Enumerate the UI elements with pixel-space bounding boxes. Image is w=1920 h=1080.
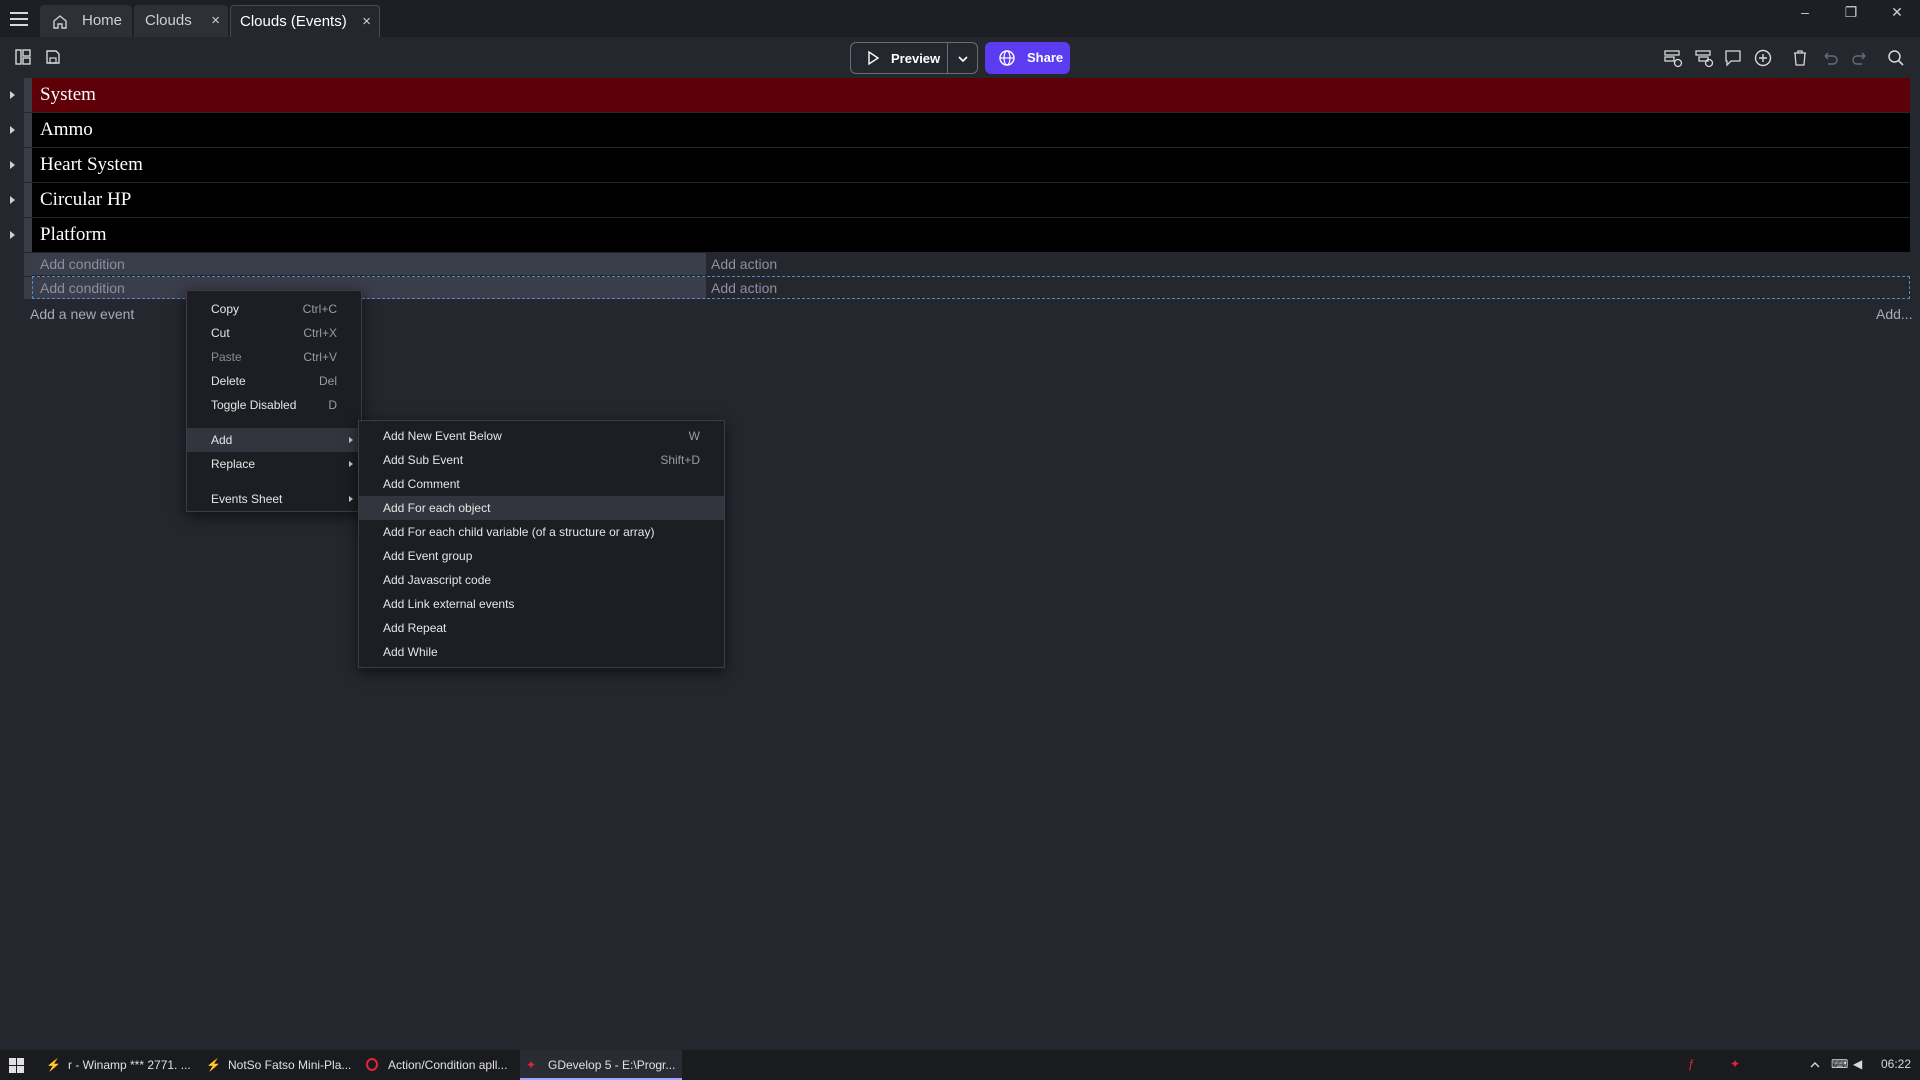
menu-item-add-comment[interactable]: Add Comment <box>359 472 724 496</box>
add-submenu: Add New Event Below W Add Sub Event Shift+… <box>358 420 725 668</box>
menu-item-add-event-group[interactable]: Add Event group <box>359 544 724 568</box>
gamepad-icon[interactable]: ⌨ <box>1831 1057 1848 1071</box>
clock[interactable]: 06:22 <box>1881 1057 1911 1071</box>
title-bar: Home Clouds × Clouds (Events) × – ❐ ✕ <box>0 0 1920 37</box>
tab-label: Clouds <box>145 12 192 29</box>
expand-arrow-icon[interactable] <box>10 196 15 204</box>
event-handle[interactable] <box>24 253 32 276</box>
menu-item-events-sheet[interactable]: Events Sheet <box>187 487 361 511</box>
event-group-heart-system[interactable]: Heart System <box>32 148 1910 182</box>
chevron-up-icon[interactable] <box>1809 1060 1821 1070</box>
taskbar-item-opera[interactable]: Action/Condition apll... <box>360 1050 516 1080</box>
tab-label: Clouds (Events) <box>240 13 347 30</box>
taskbar-item-winamp[interactable]: ⚡ r - Winamp *** 2771. ... <box>40 1050 196 1080</box>
minimize-button[interactable]: – <box>1790 2 1820 22</box>
globe-icon <box>999 50 1015 66</box>
preview-button[interactable]: Preview <box>850 42 978 74</box>
event-handle[interactable] <box>24 277 32 299</box>
event-group-platform[interactable]: Platform <box>32 218 1910 252</box>
close-tab-icon[interactable]: × <box>362 6 371 38</box>
close-window-button[interactable]: ✕ <box>1882 2 1912 22</box>
menu-item-add-sub-event[interactable]: Add Sub Event Shift+D <box>359 448 724 472</box>
winamp-icon: ⚡ <box>46 1058 61 1072</box>
undo-icon[interactable] <box>1820 48 1840 68</box>
menu-item-add-for-each-object[interactable]: Add For each object <box>359 496 724 520</box>
redo-icon[interactable] <box>1850 48 1870 68</box>
expand-arrow-icon[interactable] <box>10 231 15 239</box>
menu-item-add-for-each-child-variable[interactable]: Add For each child variable (of a struct… <box>359 520 724 544</box>
menu-item-add-javascript-code[interactable]: Add Javascript code <box>359 568 724 592</box>
menu-item-paste[interactable]: Paste Ctrl+V <box>187 345 361 369</box>
event-handle[interactable] <box>24 218 32 252</box>
close-tab-icon[interactable]: × <box>211 5 220 37</box>
play-icon <box>868 50 880 66</box>
add-sub-event-icon[interactable] <box>1694 48 1714 68</box>
volume-icon[interactable]: ◀ <box>1853 1057 1862 1071</box>
taskbar: ⚡ r - Winamp *** 2771. ... ⚡ NotSo Fatso… <box>0 1050 1920 1080</box>
add-comment-icon[interactable] <box>1723 48 1743 68</box>
event-group-system[interactable]: System <box>32 78 1910 112</box>
submenu-arrow-icon <box>349 437 353 443</box>
add-condition-button[interactable]: Add condition <box>32 253 706 275</box>
event-handle[interactable] <box>24 113 32 147</box>
taskbar-item-gdevelop[interactable]: ✦ GDevelop 5 - E:\Progr... <box>520 1050 682 1080</box>
event-handle[interactable] <box>24 148 32 182</box>
menu-item-cut[interactable]: Cut Ctrl+X <box>187 321 361 345</box>
event-group-title: Circular HP <box>40 189 132 210</box>
winamp-icon: ⚡ <box>206 1058 221 1072</box>
menu-item-add-new-event-below[interactable]: Add New Event Below W <box>359 424 724 448</box>
menu-item-replace[interactable]: Replace <box>187 452 361 476</box>
context-menu: Copy Ctrl+C Cut Ctrl+X Paste Ctrl+V Delete D… <box>186 290 362 512</box>
share-label: Share <box>1027 50 1064 65</box>
tab-clouds[interactable]: Clouds × <box>134 5 228 37</box>
share-button[interactable]: Share <box>985 42 1070 74</box>
event-group-title: System <box>40 84 96 105</box>
menu-icon[interactable] <box>10 12 28 26</box>
home-icon <box>53 15 67 29</box>
expand-arrow-icon[interactable] <box>10 126 15 134</box>
windows-start-icon[interactable] <box>9 1058 24 1073</box>
add-more-button[interactable]: Add... <box>1876 306 1913 322</box>
menu-item-add[interactable]: Add <box>187 428 361 452</box>
tray-gdevelop-icon[interactable]: ✦ <box>1730 1057 1740 1071</box>
expand-arrow-icon[interactable] <box>10 161 15 169</box>
event-group-title: Ammo <box>40 119 93 140</box>
tab-home[interactable]: Home <box>40 5 132 37</box>
add-circle-icon[interactable] <box>1753 48 1773 68</box>
opera-icon <box>366 1058 378 1071</box>
tray-flash-icon[interactable]: ƒ <box>1688 1057 1695 1071</box>
tab-label: Home <box>82 12 123 29</box>
preview-label: Preview <box>891 51 941 66</box>
event-group-title: Heart System <box>40 154 143 175</box>
event-group-circular-hp[interactable]: Circular HP <box>32 183 1910 217</box>
add-event-icon[interactable] <box>1663 48 1683 68</box>
event-handle[interactable] <box>24 183 32 217</box>
menu-item-toggle-disabled[interactable]: Toggle Disabled D <box>187 393 361 417</box>
add-action-button[interactable]: Add action <box>706 253 1910 275</box>
search-icon[interactable] <box>1886 48 1906 68</box>
expand-arrow-icon[interactable] <box>10 91 15 99</box>
submenu-arrow-icon <box>349 496 353 502</box>
divider <box>947 43 948 73</box>
taskbar-item-notso-fatso[interactable]: ⚡ NotSo Fatso Mini-Pla... <box>200 1050 356 1080</box>
restore-button[interactable]: ❐ <box>1836 2 1866 22</box>
menu-item-copy[interactable]: Copy Ctrl+C <box>187 297 361 321</box>
save-icon[interactable] <box>44 48 62 66</box>
tab-clouds-events[interactable]: Clouds (Events) × <box>230 5 380 37</box>
submenu-arrow-icon <box>349 461 353 467</box>
chevron-down-icon[interactable] <box>957 54 969 64</box>
menu-item-delete[interactable]: Delete Del <box>187 369 361 393</box>
event-handle[interactable] <box>24 78 32 112</box>
menu-item-add-while[interactable]: Add While <box>359 640 724 664</box>
add-new-event-button[interactable]: Add a new event <box>30 306 134 322</box>
gdevelop-icon: ✦ <box>526 1058 537 1072</box>
menu-item-add-link-external-events[interactable]: Add Link external events <box>359 592 724 616</box>
menu-item-add-repeat[interactable]: Add Repeat <box>359 616 724 640</box>
trash-icon[interactable] <box>1790 48 1810 68</box>
panels-icon[interactable] <box>14 48 32 66</box>
event-group-title: Platform <box>40 224 107 245</box>
event-group-ammo[interactable]: Ammo <box>32 113 1910 147</box>
